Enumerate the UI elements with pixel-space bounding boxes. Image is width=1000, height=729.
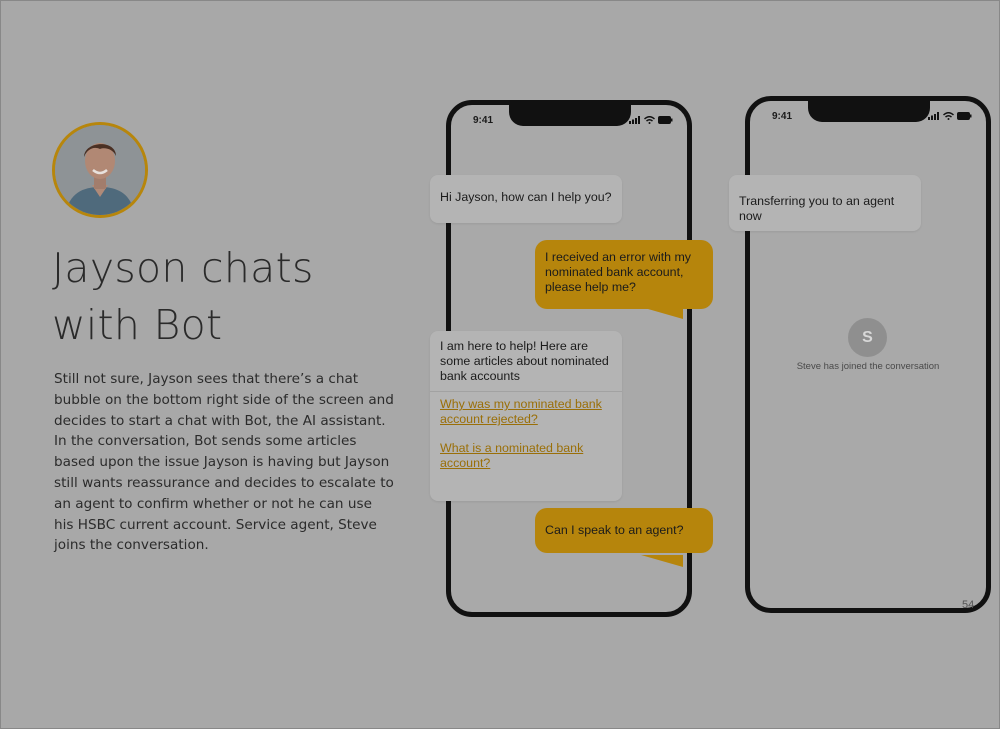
bot-message-articles: I am here to help! Here are some article…: [430, 331, 622, 501]
agent-joined-text: Steve has joined the conversation: [796, 361, 940, 372]
jayson-avatar: [52, 122, 148, 218]
battery-icon: [658, 116, 673, 124]
battery-icon: [957, 112, 972, 120]
status-icons: [629, 116, 673, 124]
page-title: Jayson chats with Bot: [52, 244, 314, 349]
jayson-photo: [55, 125, 145, 215]
status-time: 9:41: [772, 111, 793, 122]
agent-avatar: S: [848, 318, 887, 357]
bot-message-greeting: Hi Jayson, how can I help you?: [430, 175, 622, 223]
user-message-error: I received an error with my nominated ba…: [535, 240, 713, 319]
article-link-nominated[interactable]: What is a nominated bank account?: [430, 441, 622, 471]
status-time: 9:41: [473, 115, 494, 126]
bot-message-help-text: I am here to help! Here are some article…: [430, 331, 622, 393]
wifi-icon: [644, 116, 655, 124]
status-icons: [928, 112, 972, 120]
article-link-rejected[interactable]: Why was my nominated bank account reject…: [430, 397, 622, 427]
bubble-tail: [641, 307, 683, 319]
signal-icon: [629, 116, 640, 124]
description-text: Still not sure, Jayson sees that there’s…: [54, 371, 394, 554]
phone-notch: [509, 104, 631, 126]
signal-icon: [928, 112, 939, 120]
bot-message-transfer: Transferring you to an agent now: [729, 175, 921, 231]
user-message-agent-request-text: Can I speak to an agent?: [545, 523, 684, 537]
wifi-icon: [943, 112, 954, 120]
page-number: 54: [962, 599, 975, 611]
user-message-agent-request: Can I speak to an agent?: [535, 508, 713, 567]
bubble-tail: [641, 555, 683, 567]
user-message-error-text: I received an error with my nominated ba…: [545, 250, 691, 294]
phone-notch: [808, 100, 930, 122]
